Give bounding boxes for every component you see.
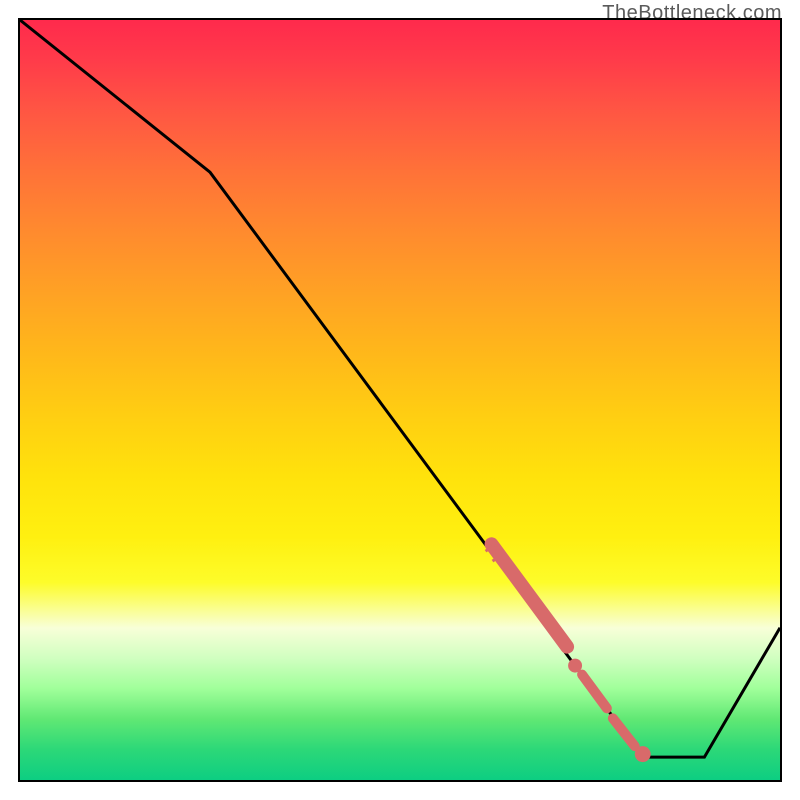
main-line bbox=[20, 20, 780, 757]
plot-area bbox=[18, 18, 782, 782]
highlight-segment-medium bbox=[582, 675, 607, 709]
highlight-dot-bottom bbox=[635, 746, 651, 762]
highlight-segment-lower bbox=[613, 718, 635, 746]
chart-svg bbox=[20, 20, 780, 780]
highlight-segment-thick bbox=[492, 544, 568, 646]
chart-container: TheBottleneck.com bbox=[0, 0, 800, 800]
